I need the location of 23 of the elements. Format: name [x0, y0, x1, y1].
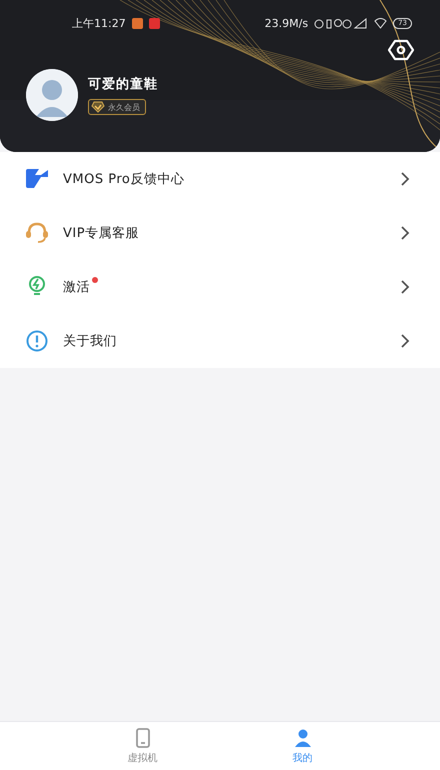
chevron-right-icon	[400, 226, 410, 240]
menu-item[interactable]: VIP专属客服	[0, 206, 440, 260]
info-icon	[26, 330, 48, 352]
menu-item[interactable]: VMOS Pro反馈中心	[0, 152, 440, 206]
chevron-right-icon	[400, 334, 410, 348]
phone-icon	[134, 728, 152, 748]
headset-icon	[25, 222, 49, 244]
bird-icon	[26, 169, 48, 189]
wifi-icon	[374, 18, 388, 28]
settings-icon[interactable]	[388, 39, 414, 61]
status-time: 上午11:27	[72, 16, 126, 30]
nav-tab[interactable]: 虚拟机	[118, 722, 168, 770]
menu-item[interactable]: 激活	[0, 260, 440, 314]
chevron-right-icon	[400, 172, 410, 186]
person-icon	[294, 728, 312, 748]
chevron-right-icon	[400, 280, 410, 294]
status-icons	[314, 18, 368, 28]
diamond-icon	[91, 101, 105, 113]
bulb-icon	[28, 276, 46, 298]
user-name: 可爱的童鞋	[88, 76, 158, 93]
menu-item[interactable]: 关于我们	[0, 314, 440, 368]
member-badge: 永久会员	[88, 99, 146, 115]
network-speed: 23.9M/s	[264, 16, 308, 30]
